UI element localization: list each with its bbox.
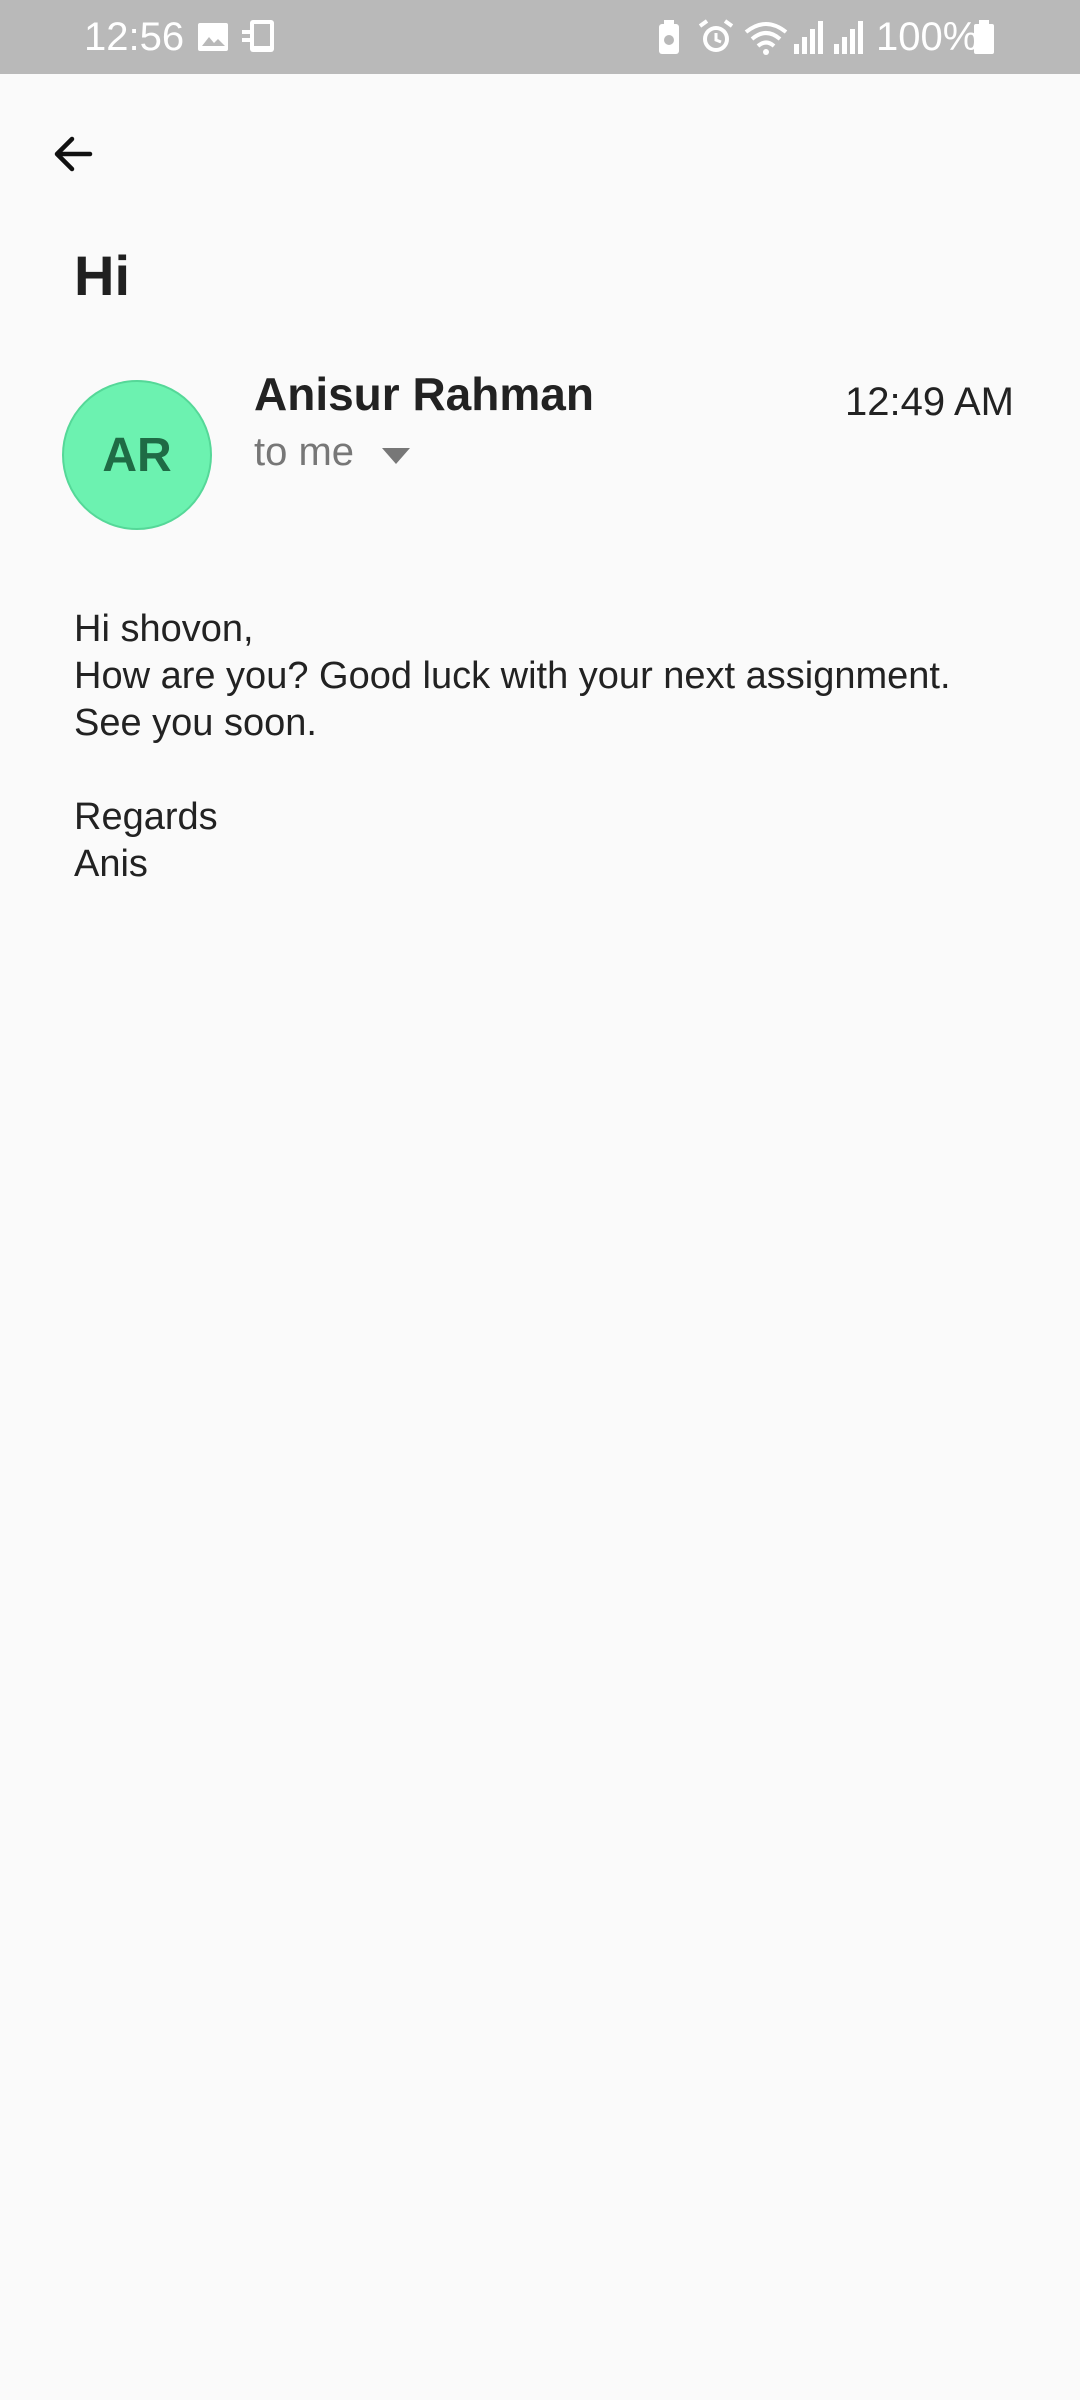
email-subject: Hi: [74, 244, 130, 307]
email-body-line: Regards: [74, 796, 218, 838]
screen-mirror-icon: [242, 20, 274, 52]
status-bar: 12:56 100%: [0, 0, 1080, 74]
recipient-details-toggle[interactable]: to me: [254, 424, 411, 480]
image-icon: [198, 23, 228, 51]
arrow-back-icon: [54, 136, 93, 172]
signal-icon: [794, 21, 823, 54]
avatar: AR: [62, 380, 212, 530]
email-body-line: How are you? Good luck with your next as…: [74, 655, 951, 697]
battery-percentage: 100%: [876, 15, 979, 59]
email-body-line: [74, 747, 1034, 794]
email-body: Hi shovon, How are you? Good luck with y…: [74, 606, 1034, 888]
alarm-icon: [698, 19, 734, 52]
battery-icon: [974, 20, 994, 54]
chevron-down-icon: [382, 448, 411, 464]
recipient-label: to me: [254, 430, 355, 474]
email-time: 12:49 AM: [844, 380, 1014, 424]
email-body-line: See you soon.: [74, 702, 317, 744]
status-time: 12:56: [84, 15, 185, 59]
battery-saver-icon: [659, 20, 679, 54]
back-button[interactable]: [30, 110, 118, 198]
avatar-initials: AR: [102, 428, 172, 482]
email-body-line: Anis: [74, 843, 148, 885]
wifi-icon: [744, 22, 788, 55]
signal-icon: [834, 21, 863, 54]
sender-name: Anisur Rahman: [254, 368, 594, 420]
email-body-line: Hi shovon,: [74, 608, 254, 650]
